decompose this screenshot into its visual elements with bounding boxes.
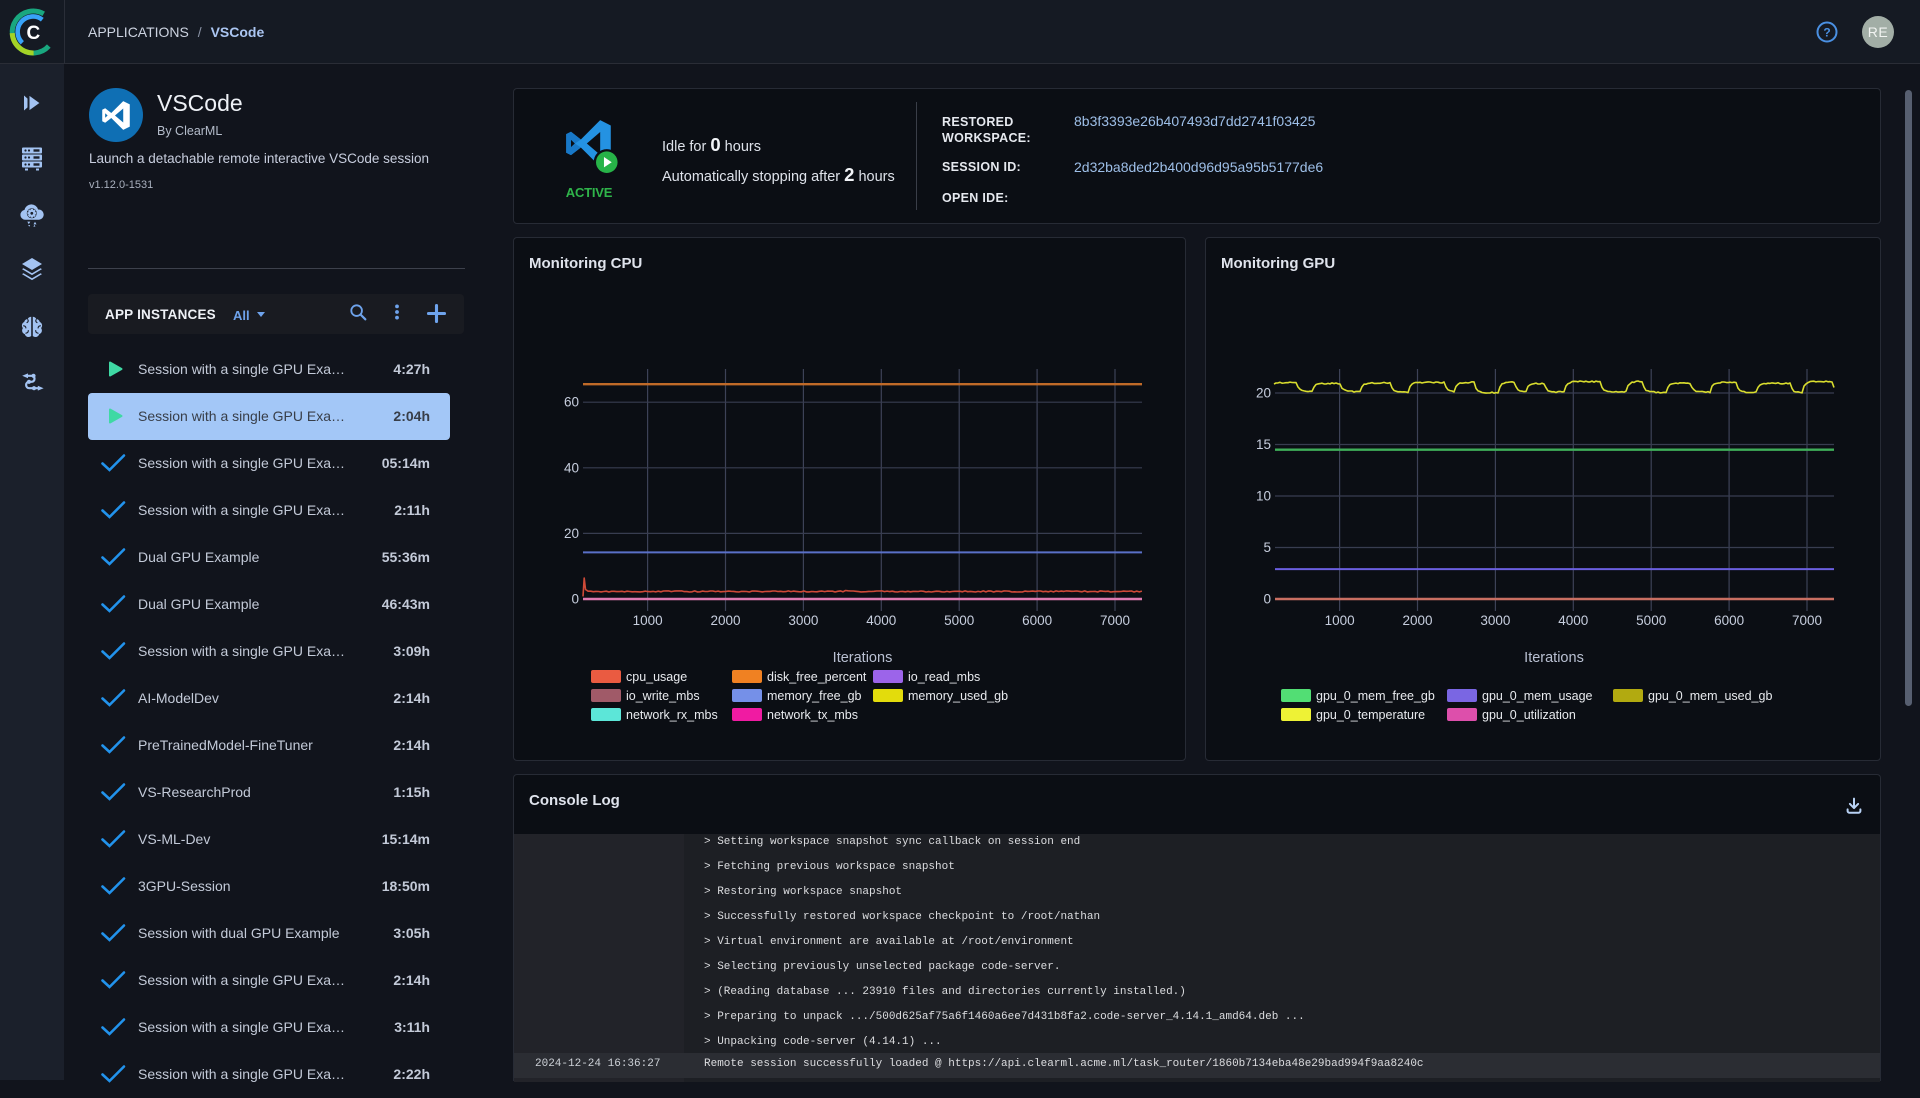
svg-text:1000: 1000 [633, 613, 663, 628]
svg-text:5: 5 [1263, 540, 1271, 555]
svg-text:0: 0 [1263, 592, 1271, 607]
svg-text:Iterations: Iterations [1524, 650, 1584, 666]
svg-text:6000: 6000 [1714, 613, 1744, 628]
svg-text:3000: 3000 [1480, 613, 1510, 628]
svg-text:60: 60 [564, 395, 579, 410]
svg-text:1000: 1000 [1325, 613, 1355, 628]
svg-text:20: 20 [1256, 386, 1271, 401]
svg-text:5000: 5000 [1636, 613, 1666, 628]
svg-text:C: C [27, 23, 41, 44]
svg-text:0: 0 [571, 592, 579, 607]
svg-text:20: 20 [564, 526, 579, 541]
svg-text:6000: 6000 [1022, 613, 1052, 628]
svg-text:15: 15 [1256, 437, 1271, 452]
svg-text:7000: 7000 [1792, 613, 1822, 628]
svg-text:5000: 5000 [944, 613, 974, 628]
svg-text:Iterations: Iterations [833, 650, 893, 666]
svg-text:3000: 3000 [788, 613, 818, 628]
svg-text:10: 10 [1256, 489, 1271, 504]
svg-text:?: ? [1823, 26, 1830, 40]
svg-text:40: 40 [564, 460, 579, 475]
svg-text:4000: 4000 [866, 613, 896, 628]
svg-text:4000: 4000 [1558, 613, 1588, 628]
svg-text:2000: 2000 [1402, 613, 1432, 628]
svg-text:2000: 2000 [710, 613, 740, 628]
svg-text:7000: 7000 [1100, 613, 1130, 628]
